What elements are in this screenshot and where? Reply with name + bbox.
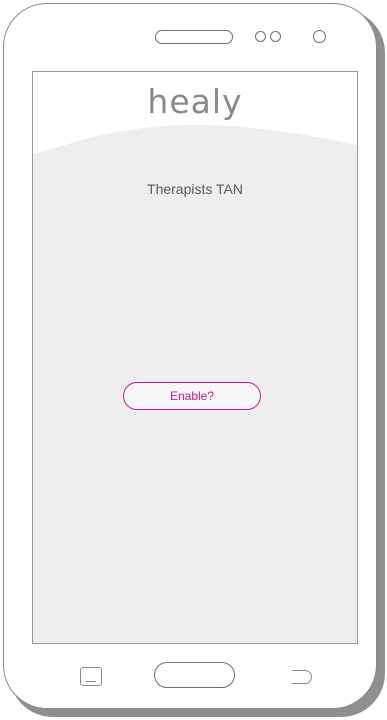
front-camera-icon xyxy=(313,30,326,43)
app-screen: healy Therapists TAN Enable? xyxy=(32,71,358,644)
header-banner: healy xyxy=(33,72,357,162)
sensor-icon xyxy=(255,31,266,42)
home-button[interactable] xyxy=(154,662,235,688)
back-icon[interactable] xyxy=(292,670,312,684)
recent-apps-icon[interactable] xyxy=(80,667,102,686)
page-title: Therapists TAN xyxy=(147,181,243,197)
sensor-icon xyxy=(270,31,281,42)
speaker-icon xyxy=(155,30,233,44)
enable-button[interactable]: Enable? xyxy=(123,382,261,410)
healy-logo: healy xyxy=(147,82,243,121)
